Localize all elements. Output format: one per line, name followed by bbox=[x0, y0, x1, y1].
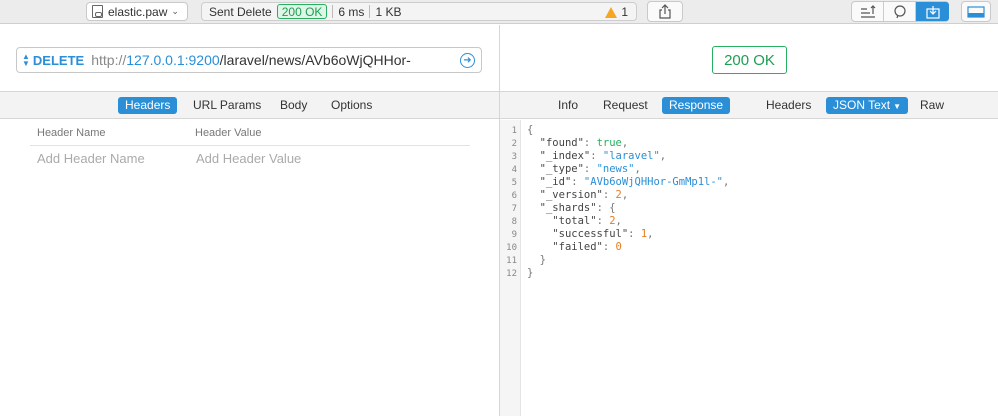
top-toolbar: elastic.paw ⌄ Sent Delete 200 OK 6 ms 1 … bbox=[0, 0, 998, 24]
sort-button[interactable] bbox=[852, 2, 884, 21]
sort-icon bbox=[860, 5, 875, 18]
url-bar[interactable]: ▲ ▼ DELETE http://127.0.0.1:9200/laravel/… bbox=[16, 47, 482, 73]
line-number: 2 bbox=[511, 139, 517, 149]
document-selector[interactable]: elastic.paw ⌄ bbox=[86, 2, 188, 21]
document-icon bbox=[92, 5, 103, 18]
header-value-column: Header Value bbox=[195, 127, 262, 139]
line-number: 11 bbox=[506, 256, 517, 266]
separator bbox=[332, 5, 334, 18]
warnings-indicator[interactable]: 1 bbox=[605, 5, 628, 19]
line-number: 4 bbox=[511, 165, 517, 175]
download-button[interactable] bbox=[916, 2, 949, 21]
duration: 6 ms bbox=[338, 4, 365, 19]
line-gutter: 1 2 3 4 5 6 7 8 9 10 11 12 bbox=[500, 120, 521, 416]
document-name: elastic.paw bbox=[108, 4, 168, 19]
line-number: 3 bbox=[511, 152, 517, 162]
warning-count: 1 bbox=[621, 5, 628, 19]
json-viewer[interactable]: 1 2 3 4 5 6 7 8 9 10 11 12 { "found": tr… bbox=[500, 120, 998, 416]
method-label: DELETE bbox=[32, 52, 85, 68]
url-host: 127.0.0.1:9200 bbox=[126, 52, 220, 68]
line-number: 9 bbox=[511, 230, 517, 240]
json-id-value: "AVb6oWjQHHor-GmMp1l-" bbox=[583, 176, 723, 188]
cookie-icon bbox=[893, 4, 906, 18]
json-index-value: "laravel" bbox=[602, 150, 660, 162]
tab-request[interactable]: Request bbox=[596, 97, 655, 114]
json-text-label: JSON Text bbox=[833, 98, 891, 112]
status-label: Sent Delete bbox=[209, 4, 272, 19]
share-icon bbox=[659, 4, 671, 19]
status-code-badge: 200 OK bbox=[276, 4, 328, 19]
chevron-down-icon: ▼ bbox=[893, 102, 902, 111]
line-number: 5 bbox=[511, 178, 517, 188]
tab-json-text[interactable]: JSON Text ▼ bbox=[826, 97, 909, 114]
share-button[interactable] bbox=[647, 1, 683, 22]
line-number: 6 bbox=[511, 191, 517, 201]
header-divider bbox=[30, 145, 470, 146]
updown-arrows-icon: ▲ ▼ bbox=[22, 52, 30, 68]
url-scheme: http:// bbox=[91, 52, 127, 68]
request-pane: ▲ ▼ DELETE http://127.0.0.1:9200/laravel/… bbox=[0, 25, 499, 416]
separator bbox=[369, 5, 371, 18]
view-toggle-group bbox=[851, 1, 949, 22]
chevron-down-icon: ⌄ bbox=[171, 6, 179, 16]
tab-body[interactable]: Body bbox=[273, 97, 314, 114]
send-arrow-icon[interactable]: ➜ bbox=[460, 53, 475, 68]
json-found-value: true bbox=[596, 137, 622, 149]
line-number: 1 bbox=[511, 126, 517, 136]
method-selector[interactable]: ▲ ▼ DELETE bbox=[22, 53, 84, 68]
warning-icon bbox=[605, 6, 618, 18]
add-header-name-input[interactable]: Add Header Name bbox=[37, 151, 145, 166]
tab-response[interactable]: Response bbox=[662, 97, 731, 114]
tab-headers[interactable]: Headers bbox=[118, 97, 178, 114]
response-status-badge: 200 OK bbox=[712, 46, 787, 74]
response-size: 1 KB bbox=[375, 4, 402, 19]
download-icon bbox=[925, 5, 940, 19]
tab-options[interactable]: Options bbox=[324, 97, 379, 114]
url-path: /laravel/news/AVb6oWjQHHor- bbox=[219, 52, 411, 68]
line-number: 12 bbox=[506, 269, 517, 279]
layout-button[interactable] bbox=[961, 1, 991, 22]
request-tabbar: Headers URL Params Body Options bbox=[0, 91, 499, 119]
tab-info[interactable]: Info bbox=[551, 97, 585, 114]
layout-icon bbox=[967, 5, 985, 18]
line-number: 10 bbox=[506, 243, 517, 253]
cookies-button[interactable] bbox=[884, 2, 916, 21]
line-number: 8 bbox=[511, 217, 517, 227]
tab-url-params[interactable]: URL Params bbox=[186, 97, 268, 114]
json-failed-value: 0 bbox=[615, 241, 622, 253]
tab-response-headers[interactable]: Headers bbox=[759, 97, 818, 114]
header-name-column: Header Name bbox=[37, 127, 106, 139]
url-input[interactable]: http://127.0.0.1:9200/laravel/news/AVb6o… bbox=[91, 52, 453, 68]
tab-raw[interactable]: Raw bbox=[913, 97, 951, 114]
line-number: 7 bbox=[511, 204, 517, 214]
add-header-value-input[interactable]: Add Header Value bbox=[196, 151, 301, 166]
json-code: { "found": true, "_index": "laravel", "_… bbox=[527, 124, 730, 279]
request-status-bar[interactable]: Sent Delete 200 OK 6 ms 1 KB 1 bbox=[201, 2, 637, 21]
response-tabbar: Info Request Response Headers JSON Text ▼… bbox=[500, 91, 998, 119]
json-type-value: "news" bbox=[596, 163, 635, 175]
